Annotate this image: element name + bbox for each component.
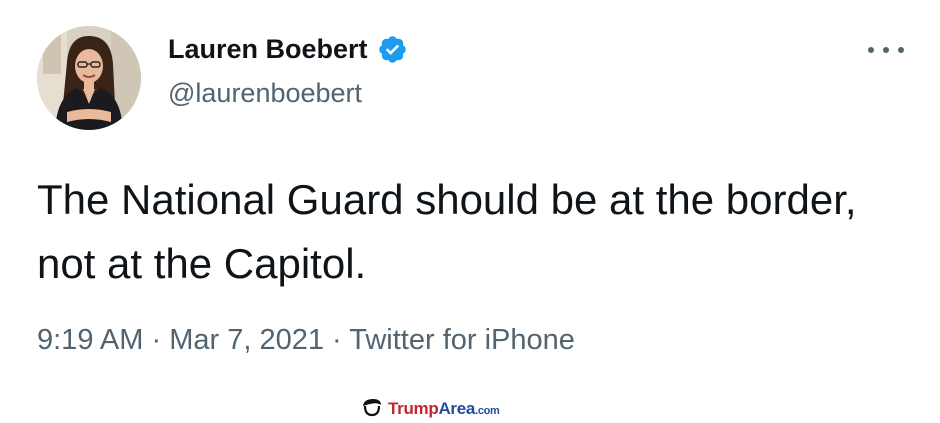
tweet-source[interactable]: Twitter for iPhone <box>349 324 575 356</box>
separator: · <box>332 324 342 356</box>
avatar[interactable] <box>37 26 141 130</box>
watermark-suffix: .com <box>475 405 500 417</box>
more-dot <box>898 47 904 53</box>
more-dot <box>883 47 889 53</box>
separator: · <box>151 324 162 356</box>
more-dot <box>868 47 874 53</box>
tweet-text: The National Guard should be at the bord… <box>37 176 857 287</box>
user-handle[interactable]: @laurenboebert <box>168 78 362 109</box>
tweet-time[interactable]: 9:19 AM <box>37 324 143 356</box>
tweet-metadata: 9:19 AM · Mar 7, 2021 · Twitter for iPho… <box>37 324 575 357</box>
profile-photo <box>37 26 141 130</box>
more-options-icon[interactable] <box>868 38 904 62</box>
watermark-text: TrumpArea.com <box>388 399 500 419</box>
trump-hair-logo-icon <box>360 397 384 422</box>
watermark-brand-part2: Area <box>438 399 476 418</box>
watermark-brand-part1: Trump <box>388 399 439 418</box>
verified-badge-icon <box>377 34 408 65</box>
tweet-date[interactable]: Mar 7, 2021 <box>169 324 324 356</box>
watermark: TrumpArea.com <box>360 398 580 420</box>
display-name-row[interactable]: Lauren Boebert <box>168 34 408 65</box>
display-name[interactable]: Lauren Boebert <box>168 34 368 65</box>
